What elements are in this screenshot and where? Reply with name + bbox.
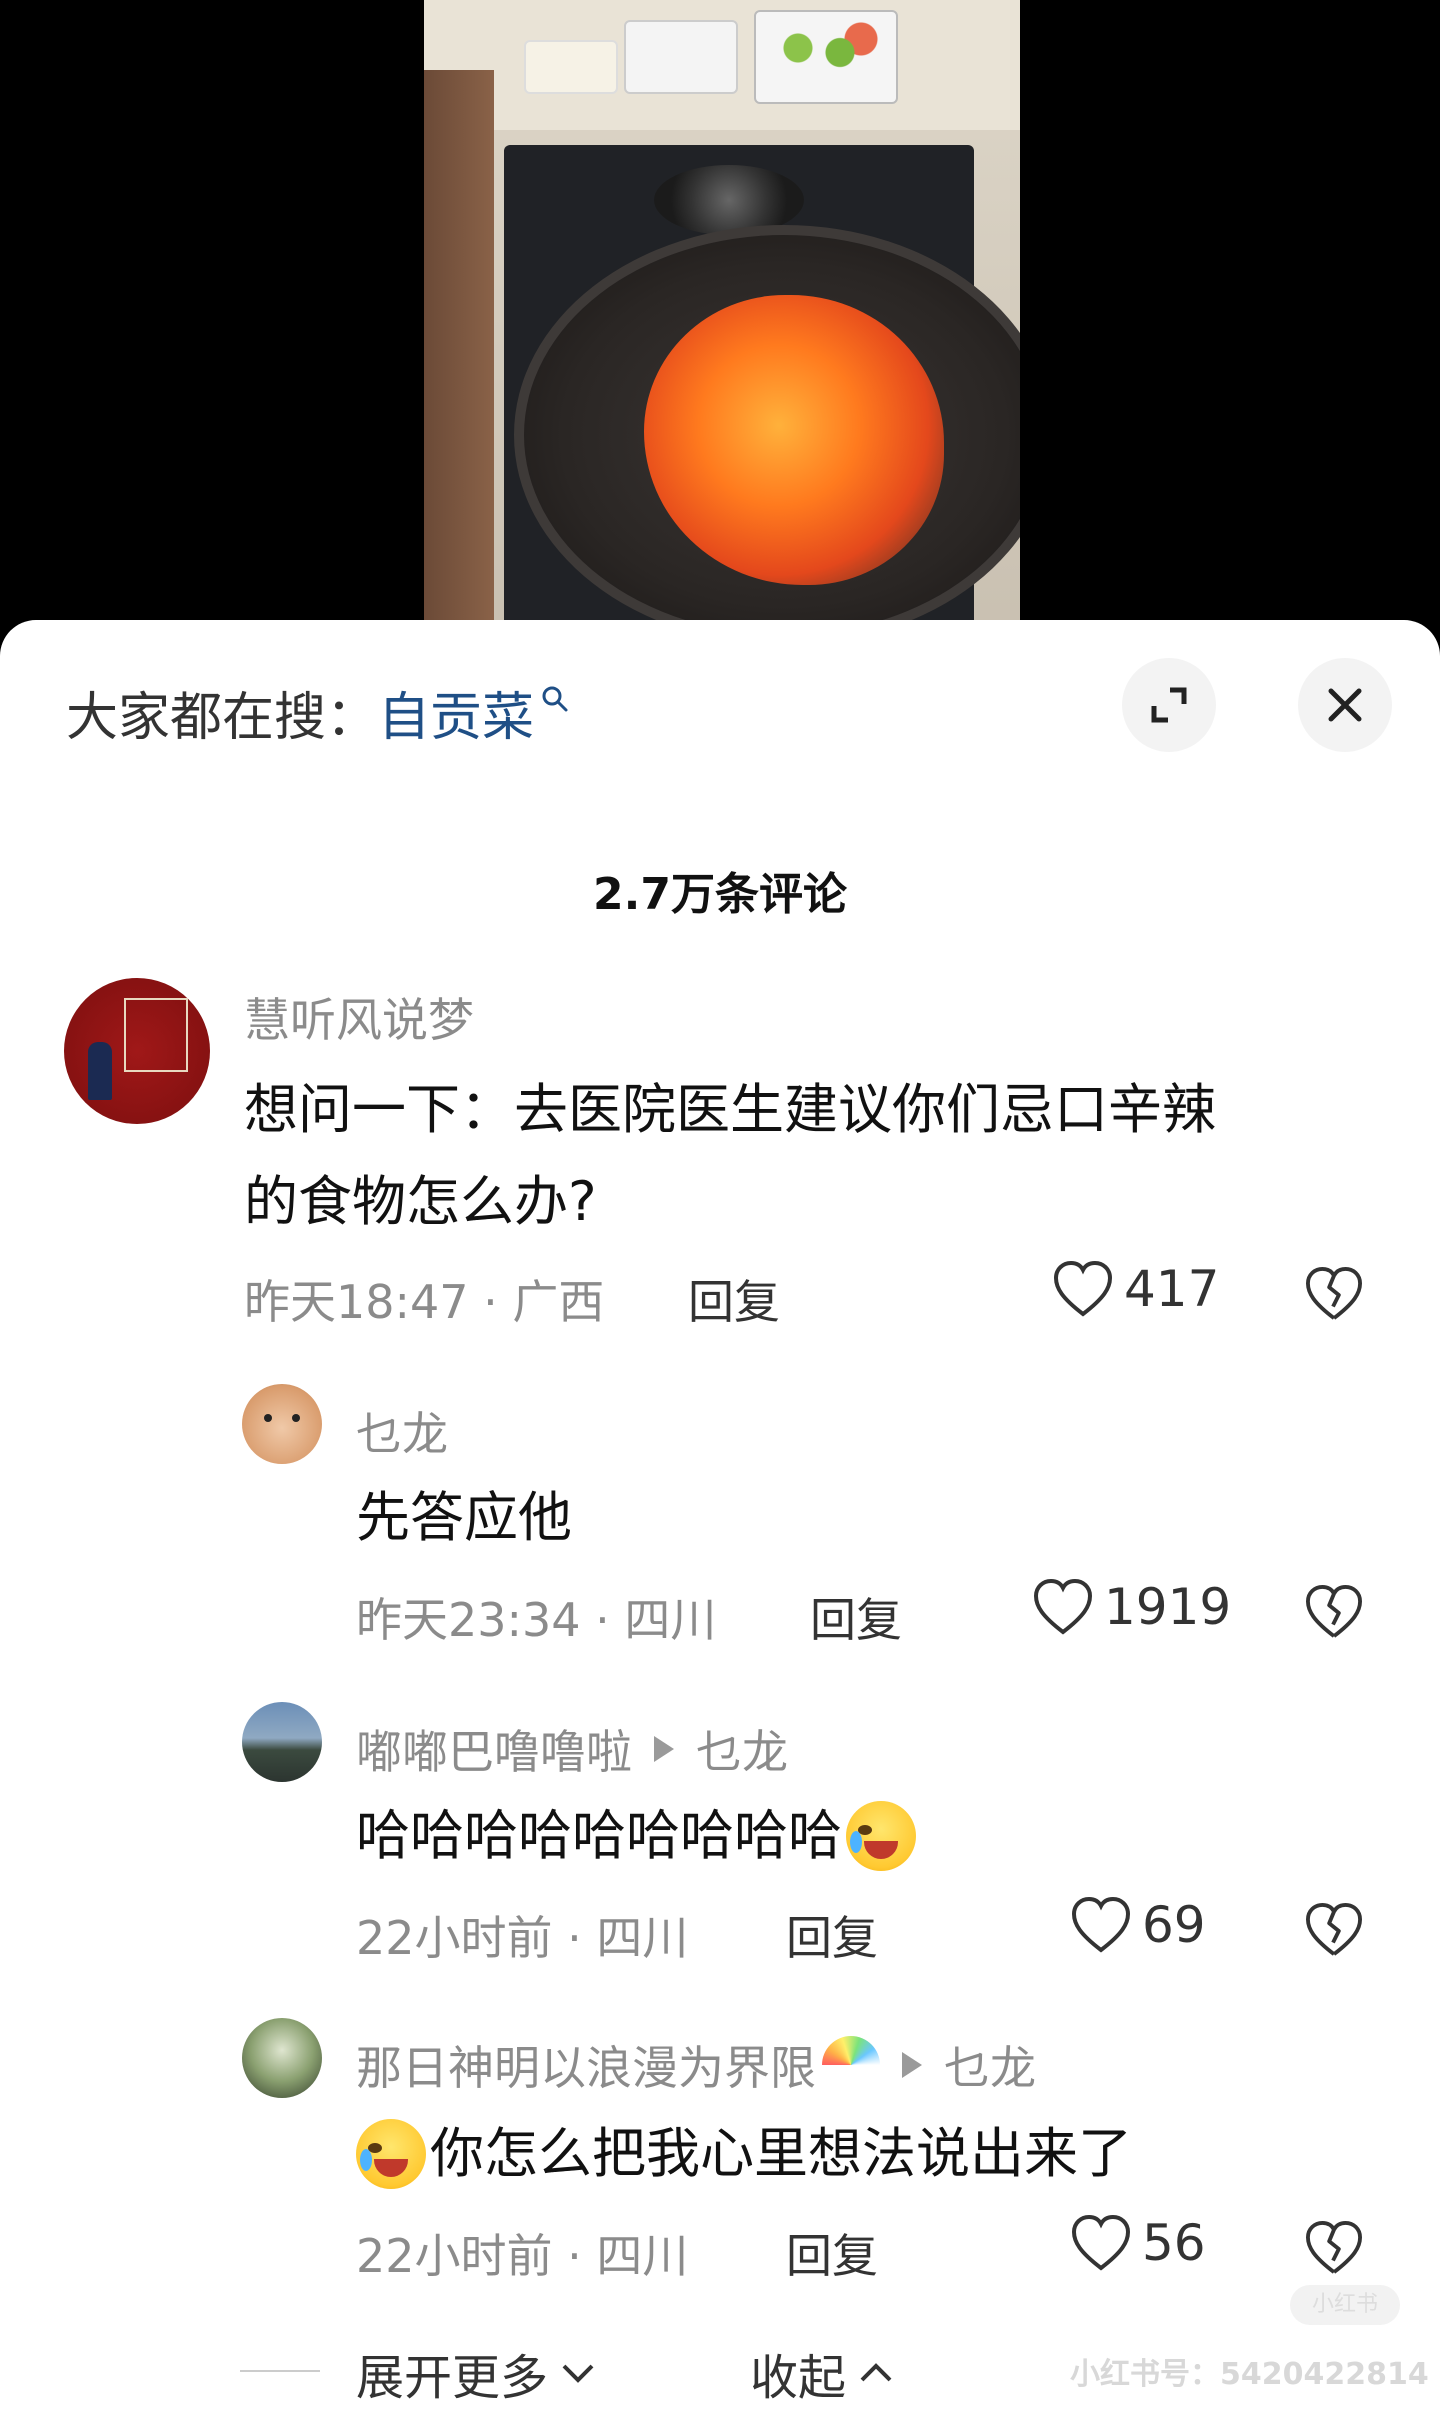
comment-meta: 22小时前 · 四川 [356,2229,689,2283]
comment-username[interactable]: 那日神明以浪漫为界限 [356,2032,816,2098]
broken-heart-icon[interactable] [1304,1902,1364,1958]
comment-text: 你怎么把我心里想法说出来了 [430,2122,1132,2185]
comment-text: 哈哈哈哈哈哈哈哈哈 [356,1804,842,1867]
collapse-label: 收起 [750,2350,847,2406]
crying-laughing-emoji-icon [846,1801,916,1871]
comment-username-row: 那日神明以浪漫为界限 乜龙 [356,2032,1036,2098]
comment-username-row: 嘟嘟巴噜噜啦 乜龙 [356,1716,788,1782]
avatar[interactable] [242,2018,322,2098]
like-button[interactable]: 56 [1070,2214,1206,2272]
like-button[interactable]: 1919 [1032,1578,1231,1636]
broken-heart-icon[interactable] [1304,1266,1364,1322]
reply-button[interactable]: 回复 [786,1902,878,1968]
reply-arrow-icon [902,2052,922,2078]
rolling-laughing-emoji-icon [356,2119,426,2189]
divider [240,2370,320,2372]
video-area[interactable] [0,0,1440,640]
heart-icon [1071,1896,1131,1953]
comment-text: 先答应他 [356,1486,572,1549]
watermark-badge: 小红书 [1290,2285,1400,2325]
like-button[interactable]: 69 [1070,1896,1206,1954]
avatar[interactable] [242,1384,322,1464]
like-count: 56 [1142,2214,1206,2272]
rainbow-emoji-icon [822,2036,880,2094]
broken-heart-icon[interactable] [1304,1584,1364,1640]
video-stove [504,145,1020,640]
close-icon [1328,688,1362,722]
comments-count-title: 2.7万条评论 [593,869,847,920]
comment-text: 的食物怎么办? [244,1170,597,1233]
comment-meta: 昨天23:34 · 四川 [356,1593,717,1647]
broken-heart-icon[interactable] [1304,2220,1364,2276]
video-fruit-basket [754,10,898,104]
chevron-up-icon [860,2363,892,2382]
avatar[interactable] [242,1702,322,1782]
expand-icon [1151,687,1187,723]
search-prefix: 大家都在搜： [66,687,379,748]
comment-text-row: 你怎么把我心里想法说出来了 [356,2108,1132,2200]
expand-more-label: 展开更多 [356,2350,549,2406]
search-term-link[interactable]: 自贡菜 [378,675,534,750]
comment-username[interactable]: 嘟嘟巴噜噜啦 [356,1716,632,1782]
comment-text-row: 哈哈哈哈哈哈哈哈哈 [356,1790,920,1882]
video-bowl [524,40,618,94]
like-count: 417 [1124,1260,1220,1318]
reply-button[interactable]: 回复 [786,2220,878,2286]
heart-icon [1071,2214,1131,2271]
video-wok [514,225,1020,640]
heart-icon [1053,1260,1113,1317]
reply-button[interactable]: 回复 [810,1584,902,1650]
video-sauce [644,295,944,585]
comment-meta: 22小时前 · 四川 [356,1911,689,1965]
video-cabinet [424,70,494,640]
reply-button[interactable]: 回复 [688,1266,780,1332]
reply-arrow-icon [654,1736,674,1762]
comment-meta: 昨天18:47 · 广西 [244,1275,605,1329]
avatar[interactable] [64,978,210,1124]
reply-to-username[interactable]: 乜龙 [944,2032,1036,2098]
video-frame[interactable] [424,0,1020,640]
reply-to-username[interactable]: 乜龙 [696,1716,788,1782]
search-icon[interactable] [540,684,570,714]
expand-more-button[interactable]: 展开更多 [356,2338,598,2408]
like-button[interactable]: 417 [1052,1260,1219,1318]
comment-username[interactable]: 慧听风说梦 [244,984,474,1050]
video-bowl [624,20,738,94]
chevron-down-icon [562,2364,594,2383]
comment-username[interactable]: 乜龙 [356,1398,448,1464]
like-count: 69 [1142,1896,1206,1954]
expand-button[interactable] [1122,658,1216,752]
close-button[interactable] [1298,658,1392,752]
collapse-button[interactable]: 收起 [750,2338,896,2408]
comment-text: 想问一下：去医院医生建议你们忌口辛辣 [244,1078,1216,1141]
search-suggestion[interactable]: 大家都在搜： 自贡菜 [66,672,570,752]
heart-icon [1033,1578,1093,1635]
watermark: 小红书号：5420422814 [1070,2357,1429,2392]
like-count: 1919 [1104,1578,1232,1636]
